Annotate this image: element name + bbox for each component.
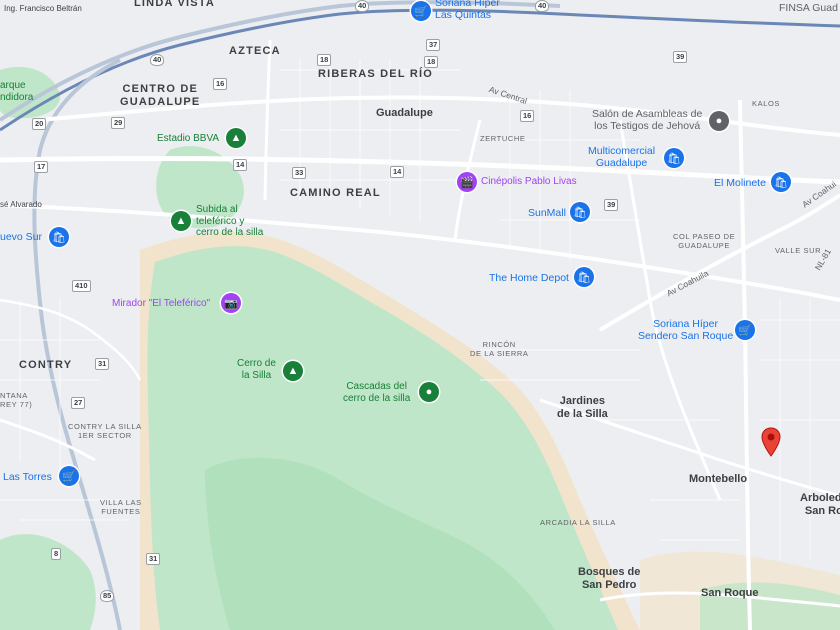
label-san-roque: San Roque <box>701 587 759 599</box>
label-azteca: AZTECA <box>229 45 281 57</box>
label-valle-sur: VALLE SUR <box>775 246 822 255</box>
poi-cinepolis-pablo-livas[interactable]: Cinépolis Pablo Livas <box>481 176 577 188</box>
label-bosques-de-san-pedro: Bosques de San Pedro <box>578 566 641 591</box>
poi-estadio-bbva[interactable]: Estadio BBVA <box>157 133 219 145</box>
shopping-bag-icon[interactable]: 🛍 <box>49 227 69 247</box>
label-centro-de-guadalupe: CENTRO DE GUADALUPE <box>120 83 201 108</box>
poi-soriana-sendero-san-roque[interactable]: Soriana Híper Sendero San Roque <box>638 318 733 342</box>
label-arcadia-la-silla: ARCADIA LA SILLA <box>540 518 616 527</box>
label-col-paseo-de-guadalupe: COL PASEO DE GUADALUPE <box>673 232 736 250</box>
label-jose-alvarado: sé Alvarado <box>0 200 42 209</box>
highway-shield: 85 <box>100 590 115 602</box>
poi-mirador-el-teleferico[interactable]: Mirador "El Teleférico" <box>112 298 210 310</box>
route-shield: 18 <box>424 56 439 68</box>
route-shield: 39 <box>604 199 619 211</box>
route-shield: 18 <box>317 54 332 66</box>
map-canvas[interactable]: LINDA VISTA AZTECA RIBERAS DEL RÍO CENTR… <box>0 0 840 630</box>
shopping-cart-icon[interactable]: 🛒 <box>59 466 79 486</box>
poi-the-home-depot[interactable]: The Home Depot <box>489 272 569 284</box>
shopping-cart-icon[interactable]: 🛒 <box>411 1 431 21</box>
poi-finsa[interactable]: FINSA Guad <box>779 2 838 14</box>
route-shield: 16 <box>520 110 535 122</box>
shopping-bag-icon[interactable]: 🛍 <box>574 267 594 287</box>
label-camino-real: CAMINO REAL <box>290 187 381 199</box>
poi-el-molinete[interactable]: El Molinete <box>714 177 766 189</box>
label-contry: CONTRY <box>19 359 73 371</box>
label-contry-la-silla: CONTRY LA SILLA 1ER SECTOR <box>68 422 142 440</box>
shopping-bag-icon[interactable]: 🛍 <box>771 172 791 192</box>
hiking-icon[interactable]: ▲ <box>171 211 191 231</box>
route-shield: 39 <box>673 51 688 63</box>
label-villa-las-fuentes: VILLA LAS FUENTES <box>100 498 142 516</box>
mountain-icon[interactable]: ▲ <box>283 361 303 381</box>
label-ing-francisco-beltran: Ing. Francisco Beltrán <box>4 4 82 13</box>
poi-salon-de-asambleas[interactable]: Salón de Asambleas de los Testigos de Jeh… <box>592 108 702 132</box>
highway-shield: 40 <box>355 0 370 12</box>
shopping-cart-icon[interactable]: 🛒 <box>735 320 755 340</box>
label-riberas-del-rio: RIBERAS DEL RÍO <box>318 68 433 80</box>
route-shield: 31 <box>95 358 110 370</box>
label-arboleda-san-roque: ArboledaSan Ro <box>800 492 840 517</box>
label-jardines-de-la-silla: Jardines de la Silla <box>557 395 608 420</box>
label-zertuche: ZERTUCHE <box>480 134 526 143</box>
label-linda-vista: LINDA VISTA <box>134 0 216 9</box>
route-shield: 20 <box>32 118 47 130</box>
poi-cerro-de-la-silla[interactable]: Cerro de la Silla <box>237 358 276 381</box>
poi-subida-al-teleferico[interactable]: Subida al teleférico y cerro de la silla <box>196 204 263 239</box>
route-shield: 29 <box>111 117 126 129</box>
highway-shield: 40 <box>535 0 550 12</box>
route-shield: 37 <box>426 39 441 51</box>
route-shield: 410 <box>72 280 91 292</box>
route-shield: 8 <box>51 548 62 560</box>
poi-nuevo-sur[interactable]: uevo Sur <box>0 231 42 243</box>
label-kalos: KALOS <box>752 99 781 108</box>
shopping-bag-icon[interactable]: 🛍 <box>664 148 684 168</box>
poi-sunmall[interactable]: SunMall <box>528 207 566 219</box>
stadium-icon[interactable]: ▲ <box>226 128 246 148</box>
label-montebello: Montebello <box>689 473 748 485</box>
label-ntana: NTANA REY 77) <box>0 391 33 409</box>
poi-multicomercial-guadalupe[interactable]: Multicomercial Guadalupe <box>588 145 655 169</box>
highway-shield: 40 <box>150 54 165 66</box>
label-parque-fundidora: arque ndidora <box>0 80 34 103</box>
label-guadalupe: Guadalupe <box>376 107 433 119</box>
camera-icon[interactable]: 📷 <box>221 293 241 313</box>
poi-soriana-las-quintas[interactable]: Soriana Híper Las Quintas <box>435 0 500 21</box>
poi-cascadas-del-cerro[interactable]: Cascadas del cerro de la silla <box>343 381 410 404</box>
waterfall-icon[interactable]: ● <box>419 382 439 402</box>
label-rincon-de-la-sierra: RINCÓN DE LA SIERRA <box>470 340 529 358</box>
cinema-icon[interactable]: 🎬 <box>457 172 477 192</box>
shopping-bag-icon[interactable]: 🛍 <box>570 202 590 222</box>
route-shield: 14 <box>233 159 248 171</box>
route-shield: 16 <box>213 78 228 90</box>
route-shield: 31 <box>146 553 161 565</box>
place-of-worship-icon[interactable]: ● <box>709 111 729 131</box>
location-marker-icon[interactable] <box>761 427 781 457</box>
route-shield: 27 <box>71 397 86 409</box>
route-shield: 14 <box>390 166 405 178</box>
poi-las-torres[interactable]: Las Torres <box>3 471 52 483</box>
route-shield: 17 <box>34 161 49 173</box>
route-shield: 33 <box>292 167 307 179</box>
